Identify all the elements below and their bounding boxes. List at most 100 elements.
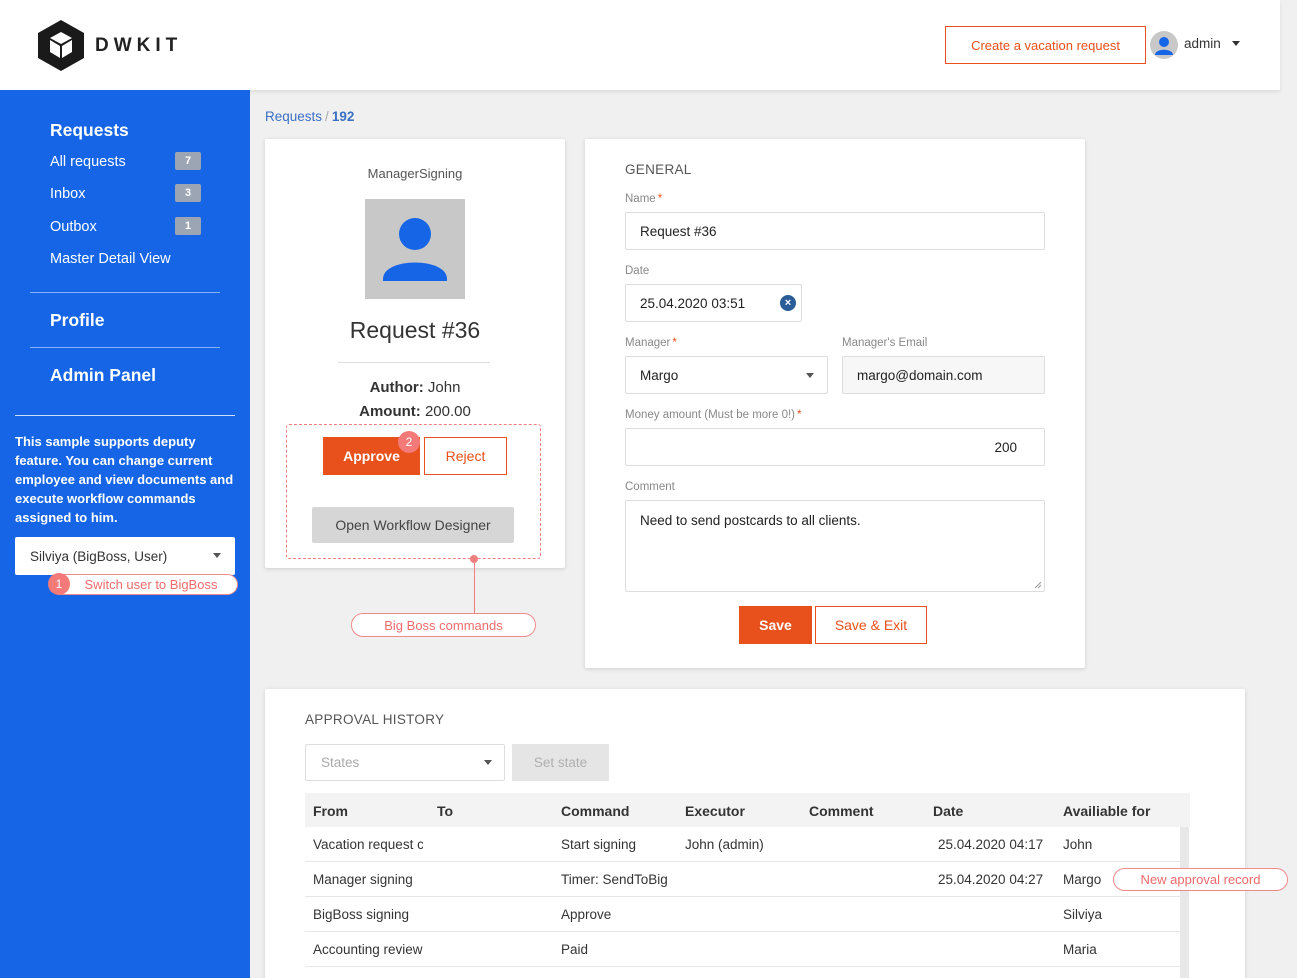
table-row[interactable]: Accounting review Paid Maria (305, 932, 1180, 967)
breadcrumb-separator: / (325, 109, 329, 124)
column-header-to[interactable]: To (437, 803, 453, 819)
cell-date: 25.04.2020 04:17 (938, 837, 1044, 852)
logo-text: DWKIT (95, 35, 183, 56)
history-table-header: From To Command Executor Comment Date Av… (305, 793, 1190, 827)
user-avatar-icon[interactable] (1150, 31, 1178, 59)
sidebar-divider (15, 415, 235, 416)
cell-command: Approve (561, 907, 612, 922)
sidebar-item-inbox[interactable]: Inbox (50, 186, 85, 202)
cell-from: Manager signing (313, 872, 413, 887)
annotation-step-1-badge: 1 (48, 573, 70, 595)
cell-available-for: Margo (1063, 872, 1102, 887)
top-header: DWKIT Create a vacation request admin (0, 0, 1280, 90)
user-menu-caret-icon[interactable] (1232, 41, 1240, 46)
open-workflow-designer-button[interactable]: Open Workflow Designer (312, 507, 514, 543)
annotation-switch-user: Switch user to BigBoss (50, 574, 238, 595)
table-row[interactable]: Manager signing Timer: SendToBig 25.04.2… (305, 862, 1180, 897)
money-amount-label: Money amount (Must be more 0!) * (625, 409, 802, 421)
request-author: Author: John (265, 379, 565, 396)
required-mark: * (672, 337, 677, 349)
sidebar-item-all-requests[interactable]: All requests (50, 154, 126, 170)
chevron-down-icon (213, 553, 221, 558)
column-header-date[interactable]: Date (933, 803, 963, 819)
approval-history-card: APPROVAL HISTORY States Set state From T… (265, 689, 1245, 978)
request-amount: Amount: 200.00 (265, 403, 565, 420)
breadcrumb: Requests/192 (265, 109, 354, 124)
amount-value: 200.00 (424, 403, 471, 420)
date-input-value: 25.04.2020 03:51 (640, 295, 746, 311)
annotation-switch-user-text: Switch user to BigBoss (84, 577, 218, 592)
date-input[interactable]: 25.04.2020 03:51 × (625, 284, 802, 322)
save-button[interactable]: Save (739, 606, 812, 644)
name-label-text: Name (625, 193, 656, 205)
table-row[interactable]: BigBoss signing Approve Silviya (305, 897, 1180, 932)
current-user-select[interactable]: Silviya (BigBoss, User) (15, 537, 235, 575)
resize-handle-icon[interactable] (1034, 581, 1042, 589)
inbox-count-badge: 3 (175, 184, 201, 202)
column-header-executor[interactable]: Executor (685, 803, 745, 819)
manager-email-input[interactable]: margo@domain.com (842, 356, 1045, 394)
manager-email-label: Manager's Email (842, 337, 928, 349)
cell-available-for: John (1063, 837, 1093, 852)
states-select[interactable]: States (305, 744, 505, 781)
cell-command: Paid (561, 942, 589, 957)
chevron-down-icon (806, 373, 814, 378)
sidebar-heading-profile[interactable]: Profile (50, 310, 104, 331)
sidebar: Requests All requests 7 Inbox 3 Outbox 1… (0, 90, 250, 978)
user-name[interactable]: admin (1184, 36, 1221, 51)
author-label: Author: (369, 379, 424, 396)
manager-select[interactable]: Margo (625, 356, 828, 394)
date-label: Date (625, 265, 650, 277)
name-input-value: Request #36 (640, 223, 717, 239)
name-input[interactable]: Request #36 (625, 212, 1045, 250)
sidebar-item-outbox[interactable]: Outbox (50, 219, 97, 235)
title-divider (338, 362, 490, 363)
comment-value: Need to send postcards to all clients. (640, 513, 861, 528)
request-summary-card: ManagerSigning Request #36 Author: John … (265, 139, 565, 568)
table-scrollbar[interactable] (1180, 827, 1189, 978)
comment-textarea[interactable]: Need to send postcards to all clients. (625, 500, 1045, 592)
manager-label: Manager * (625, 337, 677, 349)
general-form-card: GENERAL Name * Request #36 Date 25.04.202… (585, 139, 1085, 668)
chevron-down-icon (484, 760, 492, 765)
clear-date-icon[interactable]: × (780, 295, 796, 311)
dwkit-logo-icon[interactable] (38, 20, 84, 71)
table-row[interactable]: Vacation request created Start signing J… (305, 827, 1180, 862)
deputy-feature-note: This sample supports deputy feature. You… (15, 434, 234, 525)
manager-label-text: Manager (625, 337, 671, 349)
create-vacation-request-button[interactable]: Create a vacation request (945, 26, 1146, 64)
money-amount-value: 200 (994, 439, 1017, 455)
set-state-button[interactable]: Set state (512, 744, 609, 781)
all-requests-count-badge: 7 (175, 152, 201, 170)
breadcrumb-current: 192 (331, 109, 355, 124)
manager-email-value: margo@domain.com (857, 367, 983, 383)
save-and-exit-button[interactable]: Save & Exit (815, 606, 927, 644)
sidebar-divider (30, 347, 220, 348)
breadcrumb-requests-link[interactable]: Requests (265, 109, 322, 124)
sidebar-heading-requests[interactable]: Requests (50, 120, 129, 141)
required-mark: * (797, 409, 802, 421)
outbox-count-badge: 1 (175, 217, 201, 235)
current-user-value: Silviya (BigBoss, User) (30, 548, 168, 564)
required-mark: * (657, 193, 663, 205)
column-header-from[interactable]: From (313, 803, 348, 819)
money-amount-input[interactable]: 200 (625, 428, 1045, 466)
request-title: Request #36 (349, 317, 481, 343)
general-section-title: GENERAL (625, 162, 692, 177)
sidebar-item-master-detail-view[interactable]: Master Detail View (50, 251, 171, 267)
column-header-command[interactable]: Command (561, 803, 629, 819)
column-header-comment[interactable]: Comment (809, 803, 874, 819)
column-header-available-for[interactable]: Availiable for (1063, 803, 1150, 819)
sidebar-heading-admin-panel[interactable]: Admin Panel (50, 365, 156, 386)
manager-select-value: Margo (640, 367, 679, 383)
cell-date: 25.04.2020 04:27 (938, 872, 1044, 887)
amount-label: Amount: (359, 403, 421, 420)
reject-button[interactable]: Reject (424, 437, 507, 475)
approval-history-title: APPROVAL HISTORY (305, 712, 445, 727)
cell-available-for: Maria (1063, 942, 1097, 957)
cell-from: Accounting review (313, 942, 423, 957)
workflow-state-name: ManagerSigning (367, 166, 463, 181)
name-label: Name * (625, 193, 662, 205)
annotation-bigboss-commands: Big Boss commands (351, 613, 536, 637)
annotation-step-2-badge: 2 (398, 431, 420, 453)
